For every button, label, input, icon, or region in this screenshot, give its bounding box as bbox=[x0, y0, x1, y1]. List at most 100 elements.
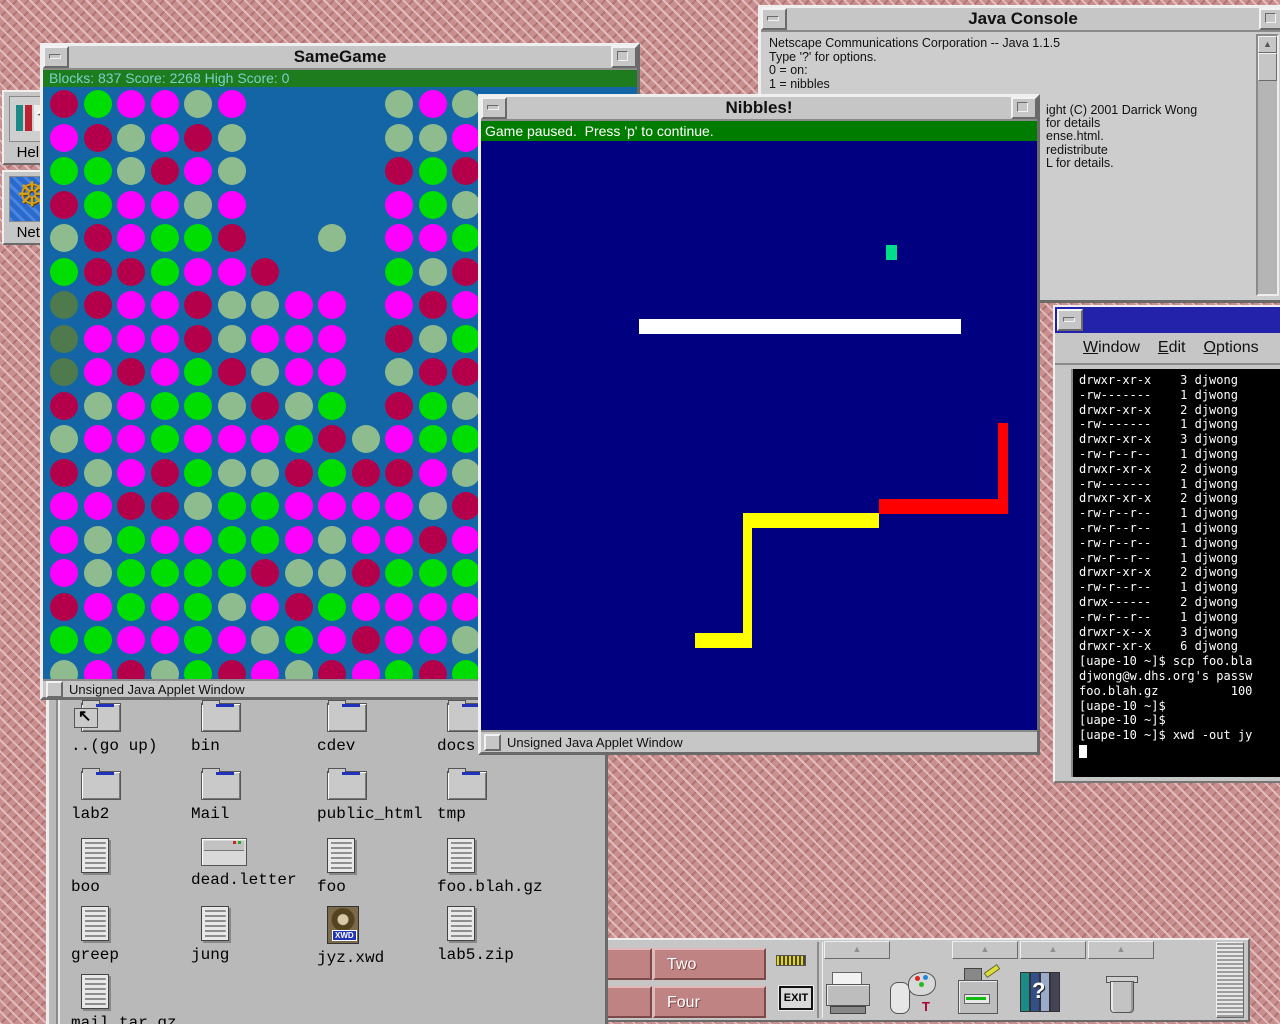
samegame-ball[interactable] bbox=[151, 258, 179, 286]
samegame-ball[interactable] bbox=[84, 90, 112, 118]
samegame-ball[interactable] bbox=[50, 559, 78, 587]
samegame-ball[interactable] bbox=[84, 157, 112, 185]
subpanel-tab-arrow[interactable]: ▲ bbox=[1020, 941, 1086, 959]
samegame-ball[interactable] bbox=[218, 224, 246, 252]
samegame-ball[interactable] bbox=[452, 124, 480, 152]
samegame-ball[interactable] bbox=[419, 157, 447, 185]
samegame-ball[interactable] bbox=[50, 660, 78, 682]
samegame-ball[interactable] bbox=[285, 291, 313, 319]
samegame-ball[interactable] bbox=[151, 559, 179, 587]
samegame-ball[interactable] bbox=[419, 526, 447, 554]
samegame-ball[interactable] bbox=[84, 559, 112, 587]
file-item[interactable]: bin bbox=[191, 703, 309, 755]
file-item[interactable]: mail.tar.gz bbox=[71, 974, 189, 1024]
samegame-ball[interactable] bbox=[218, 660, 246, 682]
samegame-ball[interactable] bbox=[151, 626, 179, 654]
file-item[interactable]: boo bbox=[71, 838, 189, 896]
samegame-ball[interactable] bbox=[218, 191, 246, 219]
file-item[interactable]: XWDjyz.xwd bbox=[317, 906, 435, 967]
samegame-ball[interactable] bbox=[117, 325, 145, 353]
samegame-ball[interactable] bbox=[251, 660, 279, 682]
help-manager-icon[interactable]: ? bbox=[1018, 968, 1066, 1016]
samegame-ball[interactable] bbox=[251, 392, 279, 420]
samegame-ball[interactable] bbox=[151, 157, 179, 185]
samegame-ball[interactable] bbox=[117, 358, 145, 386]
file-item[interactable]: ↖..(go up) bbox=[71, 703, 189, 755]
exit-button[interactable]: EXIT bbox=[779, 986, 813, 1010]
samegame-ball[interactable] bbox=[218, 358, 246, 386]
minimize-icon[interactable] bbox=[761, 8, 787, 30]
samegame-ball[interactable] bbox=[218, 90, 246, 118]
samegame-ball[interactable] bbox=[419, 358, 447, 386]
samegame-ball[interactable] bbox=[218, 526, 246, 554]
samegame-ball[interactable] bbox=[184, 90, 212, 118]
samegame-ball[interactable] bbox=[318, 593, 346, 621]
samegame-ball[interactable] bbox=[318, 459, 346, 487]
samegame-ball[interactable] bbox=[117, 124, 145, 152]
samegame-ball[interactable] bbox=[184, 325, 212, 353]
samegame-ball[interactable] bbox=[419, 492, 447, 520]
samegame-ball[interactable] bbox=[352, 492, 380, 520]
terminal-screen[interactable]: drwxr-xr-x 3 djwong-rw------- 1 djwongdr… bbox=[1071, 369, 1280, 777]
samegame-ball[interactable] bbox=[151, 291, 179, 319]
samegame-ball[interactable] bbox=[285, 358, 313, 386]
samegame-ball[interactable] bbox=[419, 258, 447, 286]
samegame-ball[interactable] bbox=[50, 124, 78, 152]
samegame-ball[interactable] bbox=[117, 425, 145, 453]
samegame-ball[interactable] bbox=[285, 392, 313, 420]
samegame-ball[interactable] bbox=[184, 392, 212, 420]
samegame-ball[interactable] bbox=[84, 392, 112, 420]
samegame-ball[interactable] bbox=[84, 492, 112, 520]
samegame-ball[interactable] bbox=[184, 526, 212, 554]
samegame-ball[interactable] bbox=[84, 124, 112, 152]
samegame-ball[interactable] bbox=[151, 358, 179, 386]
samegame-ball[interactable] bbox=[419, 191, 447, 219]
samegame-ball[interactable] bbox=[385, 492, 413, 520]
samegame-ball[interactable] bbox=[84, 526, 112, 554]
samegame-ball[interactable] bbox=[285, 325, 313, 353]
samegame-ball[interactable] bbox=[117, 191, 145, 219]
samegame-ball[interactable] bbox=[218, 593, 246, 621]
samegame-ball[interactable] bbox=[184, 224, 212, 252]
trash-icon[interactable] bbox=[1098, 968, 1146, 1016]
samegame-ball[interactable] bbox=[452, 626, 480, 654]
samegame-ball[interactable] bbox=[419, 459, 447, 487]
samegame-ball[interactable] bbox=[84, 291, 112, 319]
samegame-ball[interactable] bbox=[50, 90, 78, 118]
samegame-ball[interactable] bbox=[50, 224, 78, 252]
samegame-ball[interactable] bbox=[452, 291, 480, 319]
samegame-ball[interactable] bbox=[84, 224, 112, 252]
samegame-ball[interactable] bbox=[117, 291, 145, 319]
file-item[interactable]: cdev bbox=[317, 703, 435, 755]
samegame-ball[interactable] bbox=[452, 593, 480, 621]
samegame-ball[interactable] bbox=[318, 660, 346, 682]
samegame-ball[interactable] bbox=[452, 358, 480, 386]
samegame-ball[interactable] bbox=[50, 325, 78, 353]
samegame-ball[interactable] bbox=[117, 224, 145, 252]
samegame-ball[interactable] bbox=[50, 291, 78, 319]
samegame-ball[interactable] bbox=[218, 492, 246, 520]
java-console-titlebar[interactable]: Java Console bbox=[761, 8, 1280, 32]
samegame-ball[interactable] bbox=[318, 291, 346, 319]
samegame-ball[interactable] bbox=[251, 425, 279, 453]
samegame-ball[interactable] bbox=[151, 191, 179, 219]
samegame-ball[interactable] bbox=[117, 593, 145, 621]
minimize-icon[interactable] bbox=[1057, 309, 1083, 331]
samegame-ball[interactable] bbox=[50, 157, 78, 185]
samegame-ball[interactable] bbox=[318, 425, 346, 453]
samegame-ball[interactable] bbox=[452, 90, 480, 118]
samegame-ball[interactable] bbox=[385, 459, 413, 487]
samegame-ball[interactable] bbox=[419, 660, 447, 682]
panel-handle[interactable] bbox=[1216, 942, 1244, 1018]
samegame-ball[interactable] bbox=[218, 124, 246, 152]
samegame-ball[interactable] bbox=[151, 325, 179, 353]
samegame-ball[interactable] bbox=[352, 593, 380, 621]
samegame-ball[interactable] bbox=[318, 224, 346, 252]
samegame-ball[interactable] bbox=[184, 124, 212, 152]
samegame-ball[interactable] bbox=[117, 90, 145, 118]
samegame-ball[interactable] bbox=[218, 559, 246, 587]
samegame-ball[interactable] bbox=[285, 660, 313, 682]
samegame-ball[interactable] bbox=[452, 224, 480, 252]
samegame-ball[interactable] bbox=[218, 157, 246, 185]
samegame-ball[interactable] bbox=[385, 626, 413, 654]
